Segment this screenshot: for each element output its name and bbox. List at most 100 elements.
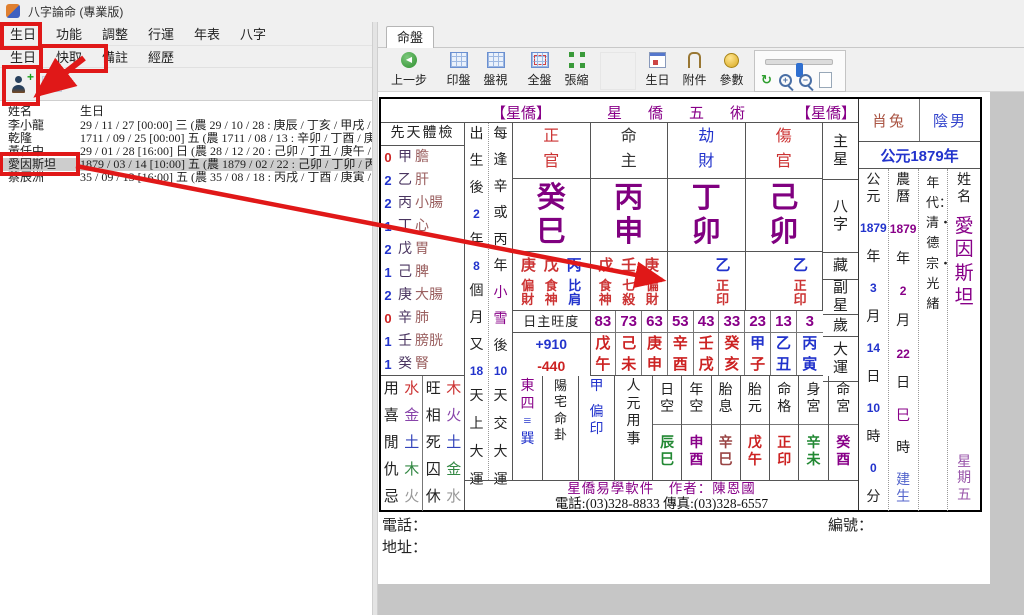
body-check-organ: 膀胱: [415, 330, 464, 353]
pillar-column: 命主 丙 申 戊壬庚 食神七殺偏財: [591, 123, 669, 311]
pillar-stem: 己: [746, 181, 823, 215]
luck-age: 73: [616, 311, 641, 333]
scale-arrows-icon: [569, 52, 585, 68]
full-chart-button[interactable]: 全盤: [521, 50, 558, 90]
luck-stem: 乙: [771, 334, 796, 355]
subtab-item[interactable]: 備註: [92, 47, 138, 66]
luck-change-char: 年: [493, 259, 508, 275]
element-char: 土: [402, 430, 423, 457]
date-segment: 年: [866, 250, 881, 267]
body-check-rows: 0 甲 膽 2 乙 肝 2 丙 小腸 1 丁 心 2 戊: [381, 146, 464, 376]
pillar-star: 劫財: [668, 123, 745, 179]
menu-item[interactable]: 調整: [92, 24, 138, 43]
element-state: 囚: [422, 457, 444, 484]
palace-value: 辰巳: [653, 425, 681, 480]
person-row[interactable]: 蔡辰洲 35 / 09 / 13 [16:00] 五 (農 35 / 08 / …: [0, 171, 372, 184]
luck-ganzhi: 辛 酉: [668, 333, 693, 378]
palace-mini-column: 命宮 癸酉: [829, 376, 858, 480]
people-rows: 李小龍 29 / 11 / 27 [00:00] 三 (農 29 / 10 / …: [0, 119, 372, 184]
luck-change-char: 辛: [493, 180, 508, 196]
luck-ganzhi: 乙 丑: [771, 333, 796, 378]
hidden-stem: 乙: [793, 254, 808, 275]
subtab-item[interactable]: 經歷: [138, 47, 184, 66]
menu-item[interactable]: 八字: [230, 24, 276, 43]
pillar-stem: 丁: [668, 181, 745, 215]
right-tab-strip: 命盤: [378, 22, 1024, 48]
body-check-row: 1 丁 心: [381, 215, 464, 238]
brand-left: 【星僑】: [491, 102, 551, 123]
row-labels-column: 主星 八字 藏 副星 歲 大運: [823, 123, 858, 376]
parameters-button[interactable]: 參數: [713, 50, 750, 90]
chart-view-button[interactable]: 盤視: [477, 50, 514, 90]
luck-pillar: 53 辛 酉: [668, 311, 694, 375]
body-check-row: 0 甲 膽: [381, 146, 464, 169]
menu-item[interactable]: 年表: [184, 24, 230, 43]
luck-start-char: 天: [469, 389, 484, 405]
scale-button[interactable]: 張縮: [558, 50, 595, 90]
window-icon[interactable]: [42, 76, 62, 92]
pillar-branch: 巳: [513, 215, 590, 249]
person-row[interactable]: 乾隆 1711 / 09 / 25 [00:00] 五 (農 1711 / 08…: [0, 132, 372, 145]
luck-age: 23: [745, 311, 770, 333]
element-role: 忌: [381, 484, 402, 511]
person-row[interactable]: 李小龍 29 / 11 / 27 [00:00] 三 (農 29 / 10 / …: [0, 119, 372, 132]
back-button[interactable]: ◀ 上一步: [384, 50, 434, 90]
element-state: 旺: [422, 376, 444, 403]
subtab-item[interactable]: 快取: [46, 47, 92, 66]
strength-label: 日主旺度: [513, 311, 590, 333]
subtab-item[interactable]: 生日: [0, 47, 46, 66]
body-check-stem: 癸: [395, 353, 415, 376]
element-char: 木: [444, 376, 465, 403]
sub-stars: 偏財食神比肩: [513, 277, 590, 311]
luck-branch: 丑: [771, 355, 796, 376]
attachment-button[interactable]: 附件: [676, 50, 713, 90]
luck-change-column: 每逢辛或丙年小雪後10 天交大運: [489, 123, 513, 480]
add-person-icon[interactable]: +: [10, 76, 28, 93]
element-role: 閒: [381, 430, 402, 457]
hidden-stem: 乙: [715, 254, 730, 275]
element-char: 金: [444, 457, 465, 484]
print-chart-button[interactable]: 印盤: [440, 50, 477, 90]
menu-item[interactable]: 功能: [46, 24, 92, 43]
luck-ganzhi: 丙 寅: [797, 333, 823, 378]
birthday-button[interactable]: 生日: [639, 50, 676, 90]
body-check-row: 0 辛 肺: [381, 307, 464, 330]
zoom-slider[interactable]: [765, 59, 833, 65]
hidden-stems: 戊壬庚: [591, 252, 668, 277]
tab-chart[interactable]: 命盤: [386, 26, 434, 49]
jia-pianyin-column: 甲偏印: [579, 376, 615, 480]
element-row: 仇 木 囚 金: [381, 457, 464, 484]
palace-mini-column: 身宮 辛未: [799, 376, 828, 480]
sub-star: 食神: [598, 279, 612, 309]
person-row[interactable]: 愛因斯坦 1879 / 03 / 14 [10:00] 五 (農 1879 / …: [0, 158, 372, 171]
palace-header: 胎元: [741, 376, 769, 425]
menu-item[interactable]: 行運: [138, 24, 184, 43]
element-state: 休: [422, 484, 444, 511]
chart-view-icon: [487, 52, 505, 68]
person-row[interactable]: 黃任中 29 / 01 / 28 [16:00] 日 (農 28 / 12 / …: [0, 145, 372, 158]
gua-column: 東四≡巽: [513, 376, 543, 480]
menu-item[interactable]: 生日: [0, 24, 46, 43]
palace-value: 戊午: [741, 425, 769, 480]
date-segment: 時: [866, 430, 881, 447]
zoom-in-icon[interactable]: +: [779, 74, 792, 87]
refresh-icon[interactable]: ↻: [761, 72, 772, 88]
new-page-icon[interactable]: [819, 72, 832, 88]
body-check-row: 2 乙 肝: [381, 169, 464, 192]
person-birthday: 35 / 09 / 13 [16:00] 五 (農 35 / 08 / 18 :…: [80, 171, 372, 184]
body-check-row: 1 壬 膀胱: [381, 330, 464, 353]
element-state: 死: [422, 430, 444, 457]
sub-star: 偏財: [645, 279, 659, 309]
body-check-count: 1: [381, 261, 395, 284]
empty-slot: [600, 52, 636, 90]
person-name: 蔡辰洲: [0, 171, 80, 184]
element-role: 仇: [381, 457, 402, 484]
pillar-star: 傷官: [746, 123, 823, 179]
luck-change-char: 逢: [493, 153, 508, 169]
palace-header: 胎息: [712, 376, 740, 425]
palace-header: 身宮: [799, 376, 827, 425]
zoom-out-icon[interactable]: −: [799, 74, 812, 87]
body-check-count: 2: [381, 169, 395, 192]
yangzhai-column: 陽宅命卦: [543, 376, 579, 480]
luck-stem: 丙: [797, 334, 823, 355]
